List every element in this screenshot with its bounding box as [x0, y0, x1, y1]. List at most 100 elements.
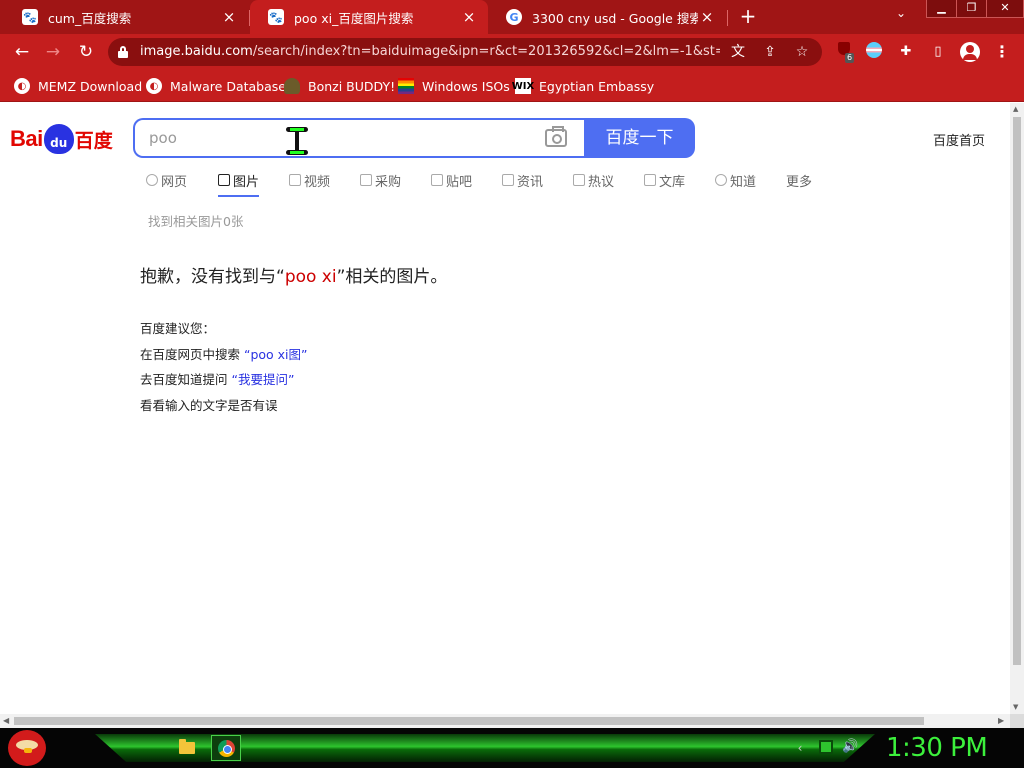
share-icon[interactable]: ⇪: [760, 42, 780, 62]
ask-question-link[interactable]: “我要提问”: [231, 372, 294, 387]
tab-wenku[interactable]: 文库: [644, 171, 685, 197]
tab-images[interactable]: 图片: [218, 171, 260, 197]
bookmark-memz-download[interactable]: ◐ MEMZ Download: [14, 77, 142, 95]
scroll-down-arrow-icon[interactable]: ▼: [1013, 703, 1018, 711]
tab-web[interactable]: 网页: [146, 171, 187, 197]
shop-icon: [360, 174, 372, 186]
tab-title: cum_百度搜索: [48, 10, 132, 26]
vertical-scroll-thumb[interactable]: [1013, 117, 1021, 665]
side-panel-icon[interactable]: ▯: [928, 42, 948, 62]
tab-label: 采购: [375, 175, 402, 190]
chrome-icon: [217, 739, 235, 757]
chrome-menu-icon[interactable]: ⋮: [994, 42, 1010, 62]
tab-label: 视频: [304, 175, 331, 190]
tab-news[interactable]: 资讯: [502, 171, 543, 197]
baidu-home-link[interactable]: 百度首页: [933, 130, 985, 149]
profile-avatar-icon[interactable]: [960, 42, 980, 62]
wix-icon: WIX: [512, 78, 534, 94]
question-icon: [715, 174, 727, 186]
result-count: 找到相关图片0张: [148, 214, 244, 229]
suggestion-check-input: 看看输入的文字是否有误: [140, 398, 278, 413]
address-bar[interactable]: image.baidu.com/search/index?tn=baiduima…: [108, 38, 822, 66]
baidu-logo[interactable]: Bai du 百度: [10, 121, 113, 157]
tab-title: poo xi_百度图片搜索: [294, 10, 414, 26]
close-tab-icon[interactable]: ×: [460, 8, 478, 26]
close-window-button[interactable]: ✕: [987, 0, 1023, 17]
doc-icon: [644, 174, 656, 186]
lock-icon[interactable]: [118, 46, 128, 58]
bookmark-label: MEMZ Download: [38, 78, 143, 94]
tab-search-icon[interactable]: ⌄: [896, 6, 906, 20]
image-icon: [218, 174, 230, 186]
tab-title: 3300 cny usd - Google 搜索: [532, 10, 698, 26]
tab-google-search[interactable]: G 3300 cny usd - Google 搜索 ×: [488, 0, 726, 34]
extension-flag-icon[interactable]: [864, 42, 884, 62]
scroll-left-arrow-icon[interactable]: ◀: [3, 716, 9, 725]
taskbar-clock[interactable]: 1:30 PM: [886, 733, 988, 763]
bookmark-label: Windows ISOs: [422, 78, 510, 94]
tray-chevron-icon[interactable]: ‹: [793, 741, 807, 755]
close-tab-icon[interactable]: ×: [698, 8, 716, 26]
start-button-angry-bird-icon[interactable]: [8, 730, 46, 766]
scrollbar-corner: [1010, 714, 1024, 728]
bonzi-icon: [284, 78, 300, 94]
text-cursor-icon: [286, 127, 308, 155]
file-explorer-taskbar-button[interactable]: [172, 735, 202, 761]
tab-label: 贴吧: [446, 175, 473, 190]
new-tab-button[interactable]: +: [736, 4, 760, 28]
taskbar: [0, 728, 1024, 768]
horizontal-scroll-thumb[interactable]: [14, 717, 924, 725]
tab-tieba[interactable]: 贴吧: [431, 171, 472, 197]
bookmark-label: Malware Database: [170, 78, 286, 94]
tab-zhidao[interactable]: 知道: [715, 171, 756, 197]
restore-button[interactable]: ❐: [957, 0, 987, 17]
globe-icon: ◐: [14, 78, 30, 94]
bookmark-label: Egyptian Embassy: [539, 78, 655, 94]
minimize-button[interactable]: ▁: [927, 0, 957, 17]
tab-more[interactable]: 更多: [786, 171, 812, 197]
network-icon[interactable]: [819, 740, 833, 754]
tab-purchase[interactable]: 采购: [360, 171, 401, 197]
rainbow-flag-icon: [398, 78, 414, 94]
bookmark-windows-isos[interactable]: Windows ISOs: [398, 77, 510, 95]
url-path: /search/index?tn=baiduimage&ipn=r&ct=201…: [252, 44, 720, 59]
forward-button[interactable]: →: [40, 39, 66, 65]
bookmark-egyptian-embassy[interactable]: WIX Egyptian Embassy: [512, 77, 655, 95]
back-button[interactable]: ←: [9, 39, 35, 65]
news-icon: [502, 174, 514, 186]
bookmark-bonzi-buddy[interactable]: Bonzi BUDDY!: [284, 77, 395, 95]
url-text[interactable]: image.baidu.com/search/index?tn=baiduima…: [140, 44, 720, 59]
baidu-paw-icon: 🐾: [22, 9, 38, 25]
extensions-puzzle-icon[interactable]: ✚: [896, 42, 916, 62]
search-button[interactable]: 百度一下: [584, 118, 695, 158]
scroll-right-arrow-icon[interactable]: ▶: [998, 716, 1004, 725]
tab-trending[interactable]: 热议: [573, 171, 614, 197]
search-keyword: poo xi: [284, 267, 337, 287]
page-content: Bai du 百度 百度一下 百度首页 网页 图片 视频 采购 贴吧 资讯 热议: [0, 103, 1010, 714]
scroll-up-arrow-icon[interactable]: ▲: [1013, 105, 1018, 113]
bookmark-malware-database[interactable]: ◐ Malware Database: [146, 77, 286, 95]
reload-button[interactable]: ↻: [73, 39, 99, 65]
tab-label: 网页: [161, 175, 188, 190]
ublock-badge: 6: [845, 53, 855, 63]
search-input[interactable]: [149, 129, 529, 147]
tab-poo-xi-baidu[interactable]: 🐾 poo xi_百度图片搜索 ×: [250, 0, 488, 34]
translate-icon[interactable]: 文: [728, 42, 748, 62]
vertical-scrollbar[interactable]: ▲ ▼: [1010, 103, 1024, 714]
tab-video[interactable]: 视频: [289, 171, 330, 197]
horizontal-scrollbar[interactable]: ◀ ▶: [0, 714, 1010, 728]
no-results-message: 抱歉，没有找到与“poo xi”相关的图片。: [140, 262, 447, 287]
chrome-taskbar-button[interactable]: [211, 735, 241, 761]
baidu-paw-icon: du: [43, 124, 74, 154]
logo-paw-text: du: [50, 136, 68, 150]
tab-cum-baidu[interactable]: 🐾 cum_百度搜索 ×: [4, 0, 248, 34]
bookmark-star-icon[interactable]: ☆: [792, 42, 812, 62]
ublock-extension-icon[interactable]: 6: [834, 42, 855, 63]
sorry-suffix: ”相关的图片。: [336, 267, 448, 287]
video-icon: [289, 174, 301, 186]
close-tab-icon[interactable]: ×: [220, 8, 238, 26]
suggestion-zhidao: 去百度知道提问 “我要提问”: [140, 369, 294, 388]
web-search-link[interactable]: “poo xi图”: [244, 347, 308, 362]
volume-icon[interactable]: 🔊: [842, 740, 858, 754]
camera-icon[interactable]: [545, 126, 567, 147]
